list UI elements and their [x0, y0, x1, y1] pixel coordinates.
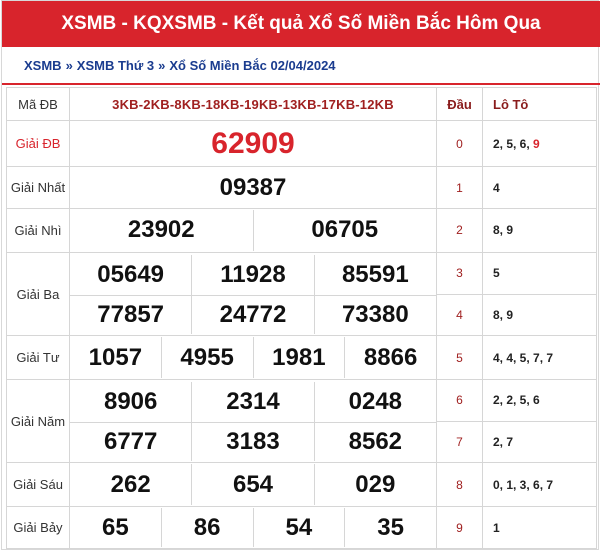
prize-number: 11928 — [191, 254, 313, 295]
dau-value: 3 — [436, 251, 483, 295]
table-row: Giải Tư 1057 4955 1981 8866 5 4, 4, 5, 7… — [6, 335, 597, 381]
table-row: Giải Nhì 23902 06705 2 8, 9 — [6, 207, 597, 253]
code-label: Mã ĐB — [6, 86, 70, 122]
prize-number: 54 — [252, 508, 345, 548]
table-row: Giải Nhất 09387 1 4 — [6, 166, 597, 209]
prize-label-ba: Giải Ba — [6, 251, 70, 337]
prize-label-tu: Giải Tư — [6, 335, 70, 381]
prize-label-nhat: Giải Nhất — [6, 166, 70, 209]
prize-number: 1981 — [252, 337, 345, 379]
prize-number: 654 — [191, 464, 313, 506]
dau-value: 9 — [436, 506, 483, 549]
prize-number: 65 — [102, 513, 129, 541]
prize-number: 4955 — [160, 337, 253, 379]
breadcrumb-separator: » — [158, 57, 166, 73]
dau-value: 6 — [436, 379, 483, 422]
loto-highlight: 9 — [533, 136, 540, 151]
table-row: Giải ĐB 62909 0 2, 5, 6, 9 — [6, 120, 597, 168]
dau-value: 4 — [436, 293, 483, 337]
loto-value: 2, 2, 5, 6 — [482, 379, 597, 422]
page-title: XSMB - KQXSMB - Kết quả Xổ Số Miền Bắc H… — [61, 13, 541, 34]
divider — [2, 83, 600, 85]
prize-nam-numbers: 8906 2314 0248 6777 3183 8562 — [69, 379, 437, 464]
dau-value: 2 — [436, 207, 483, 253]
loto-digits: 2, 5, 6, — [493, 136, 534, 151]
loto-value: 8, 9 — [482, 207, 597, 253]
loto-value: 1 — [482, 506, 597, 549]
prize-number: 0248 — [313, 381, 436, 422]
dau-value: 8 — [436, 462, 483, 508]
prize-label-sau: Giải Sáu — [6, 462, 70, 508]
prize-number: 24772 — [191, 295, 313, 334]
prize-number: 77857 — [97, 300, 165, 328]
results-panel: XSMB - KQXSMB - Kết quả Xổ Số Miền Bắc H… — [1, 0, 600, 550]
prize-number: 2314 — [191, 381, 313, 422]
prize-number: 85591 — [313, 254, 436, 295]
prize-label-bay: Giải Bảy — [6, 506, 70, 549]
loto-value: 8, 9 — [482, 293, 597, 337]
prize-nhi-numbers: 23902 06705 — [69, 207, 437, 253]
loto-value: 4 — [482, 166, 597, 209]
prize-number: 35 — [344, 508, 436, 548]
loto-value: 2, 7 — [482, 420, 597, 464]
prize-nhat-numbers: 09387 — [69, 166, 437, 209]
dau-value: 1 — [436, 166, 483, 209]
prize-bay-numbers: 65 86 54 35 — [69, 506, 437, 549]
dau-value: 7 — [436, 420, 483, 464]
breadcrumb-separator: » — [65, 57, 73, 73]
prize-number: 8906 — [103, 387, 158, 415]
table-row: Giải Ba 05649 11928 85591 77857 24772 73… — [6, 251, 597, 337]
prize-db-number: 62909 — [69, 120, 437, 168]
prize-label-nhi: Giải Nhì — [6, 207, 70, 253]
prize-number: 09387 — [219, 173, 287, 201]
breadcrumb-current[interactable]: Xổ Số Miền Bắc 02/04/2024 — [169, 58, 335, 73]
table-header-row: Mã ĐB 3KB-2KB-8KB-18KB-19KB-13KB-17KB-12… — [6, 86, 597, 122]
table-row: Giải Bảy 65 86 54 35 9 1 — [6, 506, 597, 549]
dau-value: 5 — [436, 335, 483, 381]
loto-header: Lô Tô — [482, 86, 597, 122]
loto-value: 4, 4, 5, 7, 7 — [482, 335, 597, 381]
breadcrumb-xsmb[interactable]: XSMB — [24, 58, 62, 73]
prize-number: 8562 — [313, 422, 436, 461]
prize-sau-numbers: 262 654 029 — [69, 462, 437, 508]
prize-number: 029 — [313, 464, 436, 506]
prize-label-nam: Giải Năm — [6, 379, 70, 464]
prize-label-db: Giải ĐB — [6, 120, 70, 168]
prize-number: 6777 — [103, 427, 158, 455]
dau-value: 0 — [436, 120, 483, 168]
breadcrumb-xsmb-thu-3[interactable]: XSMB Thứ 3 — [77, 58, 154, 73]
table-row: Giải Năm 8906 2314 0248 6777 3183 8562 6… — [6, 379, 597, 464]
breadcrumb: XSMB » XSMB Thứ 3 » Xổ Số Miền Bắc 02/04… — [2, 47, 600, 83]
prize-number: 06705 — [252, 209, 437, 251]
prize-number: 86 — [160, 508, 253, 548]
prize-number: 3183 — [191, 422, 313, 461]
dau-header: Đầu — [436, 86, 483, 122]
special-code: 3KB-2KB-8KB-18KB-19KB-13KB-17KB-12KB — [69, 86, 437, 122]
prize-number: 73380 — [313, 295, 436, 334]
prize-number: 1057 — [88, 343, 143, 371]
page-header: XSMB - KQXSMB - Kết quả Xổ Số Miền Bắc H… — [2, 1, 600, 47]
loto-value: 2, 5, 6, 9 — [482, 120, 597, 168]
prize-ba-numbers: 05649 11928 85591 77857 24772 73380 — [69, 251, 437, 337]
prize-number: 23902 — [127, 216, 195, 244]
prize-tu-numbers: 1057 4955 1981 8866 — [69, 335, 437, 381]
loto-value: 0, 1, 3, 6, 7 — [482, 462, 597, 508]
prize-number: 262 — [110, 470, 151, 498]
prize-number: 05649 — [97, 260, 165, 288]
loto-value: 5 — [482, 251, 597, 295]
results-table: Mã ĐB 3KB-2KB-8KB-18KB-19KB-13KB-17KB-12… — [6, 86, 597, 549]
prize-number: 8866 — [344, 337, 436, 379]
table-row: Giải Sáu 262 654 029 8 0, 1, 3, 6, 7 — [6, 462, 597, 508]
